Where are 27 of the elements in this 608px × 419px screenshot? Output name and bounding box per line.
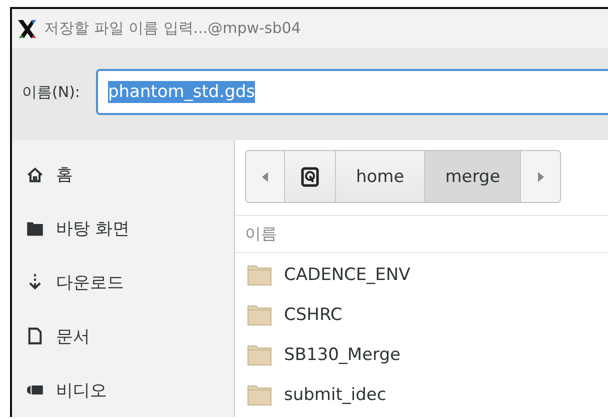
home-icon [26,166,44,184]
folder-icon [247,344,272,366]
document-icon [26,327,44,346]
file-name[interactable]: submit_idec [284,385,386,405]
window-title: 저장할 파일 이름 입력...@mpw-sb04 [44,19,301,38]
sidebar-item[interactable]: 홈 [56,163,73,186]
sidebar-item[interactable]: 문서 [56,324,90,348]
file-name[interactable]: CSHRC [284,305,342,325]
file-name[interactable]: CADENCE_ENV [284,265,410,285]
sidebar-item[interactable]: 바탕 화면 [56,217,130,240]
right-arrow-icon [536,170,545,182]
x-logo-icon [16,18,38,40]
drive-icon [301,166,319,186]
column-header[interactable]: 이름 [245,224,277,244]
folder-icon [247,304,272,326]
path-button[interactable]: home [336,151,426,202]
path-button[interactable]: merge [425,151,522,202]
left-arrow-icon [261,170,269,182]
folder-icon [247,384,272,406]
folder-icon [26,220,44,238]
drive-button[interactable] [285,151,336,202]
sidebar-item[interactable]: 다운로드 [56,270,124,294]
folder-icon [247,264,272,286]
sidebar-item[interactable]: 비디오 [56,378,107,402]
file-name[interactable]: SB130_Merge [284,345,400,365]
name-label: 이름(N): [22,82,80,102]
forward-button[interactable] [521,151,560,202]
